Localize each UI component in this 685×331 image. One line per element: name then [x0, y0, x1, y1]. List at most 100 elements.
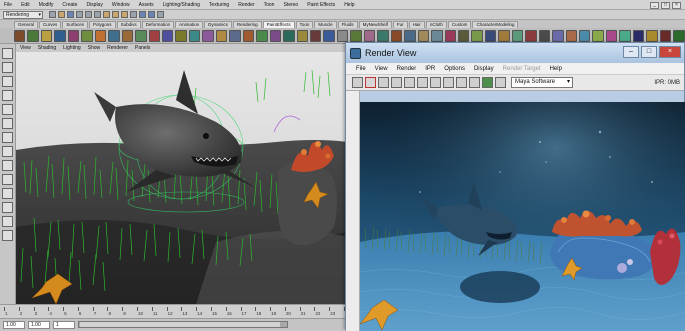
menu-assets[interactable]: Assets — [139, 2, 154, 8]
shelf-tool-icon[interactable] — [579, 29, 591, 42]
render-menu-help[interactable]: Help — [550, 66, 562, 72]
shelf-tab-custom[interactable]: Custom — [447, 21, 472, 28]
shelf-tab-curves[interactable]: Curves — [39, 21, 62, 28]
menu-render[interactable]: Render — [238, 2, 254, 8]
current-frame-field[interactable]: 1 — [53, 320, 75, 329]
shelf-tool-icon[interactable] — [646, 29, 658, 42]
lasso-tool-icon[interactable] — [2, 62, 13, 73]
perspective-viewport[interactable] — [16, 52, 348, 304]
manipulator-icon[interactable] — [2, 132, 13, 143]
shelf-tab-mynewshelf[interactable]: MyNewShelf — [358, 21, 392, 28]
shelf-tab-toon[interactable]: Toon — [295, 21, 314, 28]
shelf-tab-muscle[interactable]: Muscle — [314, 21, 337, 28]
open-scene-icon[interactable] — [58, 11, 65, 18]
shelf-tool-icon[interactable] — [484, 29, 497, 42]
start-time-field[interactable]: 1.00 — [3, 320, 25, 329]
shelf-tool-icon[interactable] — [404, 29, 416, 42]
shelf-tab-surfaces[interactable]: Surfaces — [62, 21, 89, 28]
close-button[interactable]: × — [672, 1, 681, 9]
shelf-tool-icon[interactable] — [659, 29, 672, 42]
shelf-tool-icon[interactable] — [135, 29, 147, 42]
menu-set-select[interactable]: Rendering — [3, 10, 43, 19]
shelf-tool-icon[interactable] — [619, 29, 631, 42]
menu-toon[interactable]: Toon — [264, 2, 275, 8]
four-pane-layout-icon[interactable] — [2, 174, 13, 185]
refresh-ipr-icon[interactable] — [404, 77, 415, 88]
shelf-tool-icon[interactable] — [148, 29, 160, 42]
shelf-tool-icon[interactable] — [54, 29, 66, 42]
shelf-tab-general[interactable]: General — [14, 21, 39, 28]
outliner-layout-icon[interactable] — [2, 188, 13, 199]
menu-help[interactable]: Help — [344, 2, 354, 8]
shelf-tool-icon[interactable] — [511, 29, 524, 42]
ipr-redo-icon[interactable] — [391, 77, 402, 88]
snap-point-icon[interactable] — [121, 11, 128, 18]
paint-select-icon[interactable] — [2, 76, 13, 87]
shelf-tab-subdivs[interactable]: Subdivs — [116, 21, 141, 28]
shelf-tool-icon[interactable] — [457, 29, 470, 42]
menu-texturing[interactable]: Texturing — [209, 2, 229, 8]
select-component-icon[interactable] — [94, 11, 101, 18]
shelf-tool-icon[interactable] — [632, 29, 645, 42]
hypershade-layout-icon[interactable] — [2, 216, 13, 227]
select-hierarchy-icon[interactable] — [76, 11, 83, 18]
shelf-tool-icon[interactable] — [377, 29, 389, 42]
shelf-tab-rendering[interactable]: Rendering — [232, 21, 262, 28]
panel-menu-show[interactable]: Show — [88, 45, 101, 51]
shelf-tool-icon[interactable] — [309, 29, 322, 42]
shelf-tool-icon[interactable] — [40, 29, 53, 42]
redo-render-icon[interactable] — [352, 77, 363, 88]
render-menu-file[interactable]: File — [356, 66, 366, 72]
menu-create[interactable]: Create — [62, 2, 77, 8]
minimize-button[interactable]: – — [623, 46, 639, 58]
shelf-tool-icon[interactable] — [202, 29, 214, 42]
shelf-tool-icon[interactable] — [161, 29, 174, 42]
shelf-tool-icon[interactable] — [14, 29, 26, 42]
rendered-image[interactable] — [360, 102, 685, 331]
render-region-icon[interactable] — [365, 77, 376, 88]
last-tool-icon[interactable] — [2, 146, 13, 157]
shelf-tool-icon[interactable] — [229, 29, 241, 42]
shelf-tool-icon[interactable] — [363, 29, 376, 42]
shelf-tool-icon[interactable] — [81, 29, 93, 42]
ipr-render-icon[interactable] — [148, 11, 155, 18]
render-frame-icon[interactable] — [139, 11, 146, 18]
render-menu-render[interactable]: Render — [397, 66, 417, 72]
shelf-tool-icon[interactable] — [242, 29, 255, 42]
select-object-icon[interactable] — [85, 11, 92, 18]
panel-menu-lighting[interactable]: Lighting — [63, 45, 81, 51]
render-menu-view[interactable]: View — [375, 66, 388, 72]
shelf-tool-icon[interactable] — [336, 29, 349, 42]
shelf-tool-icon[interactable] — [417, 29, 430, 42]
minimize-button[interactable]: _ — [650, 1, 659, 9]
snap-curve-icon[interactable] — [112, 11, 119, 18]
shelf-tool-icon[interactable] — [552, 29, 564, 42]
scale-tool-icon[interactable] — [2, 118, 13, 129]
maximize-button[interactable]: □ — [641, 46, 657, 58]
shelf-tab-ncloth[interactable]: nCloth — [425, 21, 447, 28]
shelf-tool-icon[interactable] — [538, 29, 551, 42]
shelf-tool-icon[interactable] — [525, 29, 537, 42]
menu-file[interactable]: File — [4, 2, 12, 8]
remove-image-icon[interactable] — [469, 77, 480, 88]
select-tool-icon[interactable] — [2, 48, 13, 59]
shelf-tool-icon[interactable] — [565, 29, 578, 42]
history-icon[interactable] — [130, 11, 137, 18]
shelf-tool-icon[interactable] — [350, 29, 362, 42]
shelf-tab-polygons[interactable]: Polygons — [89, 21, 116, 28]
playback-start-field[interactable]: 1.00 — [28, 320, 50, 329]
shelf-tool-icon[interactable] — [121, 29, 134, 42]
render-menu-ipr[interactable]: IPR — [425, 66, 435, 72]
panel-menu-renderer[interactable]: Renderer — [107, 45, 128, 51]
shelf-tool-icon[interactable] — [283, 29, 295, 42]
shelf-tab-hair[interactable]: Hair — [408, 21, 425, 28]
shelf-tool-icon[interactable] — [323, 29, 335, 42]
save-scene-icon[interactable] — [67, 11, 74, 18]
shelf-tool-icon[interactable] — [175, 29, 187, 42]
menu-display[interactable]: Display — [86, 2, 102, 8]
render-menu-render-target[interactable]: Render Target — [503, 66, 541, 72]
render-view-titlebar[interactable]: Render View – □ × — [346, 43, 684, 63]
rotate-tool-icon[interactable] — [2, 104, 13, 115]
shelf-tool-icon[interactable] — [94, 29, 107, 42]
menu-lighting-shading[interactable]: Lighting/Shading — [163, 2, 200, 8]
